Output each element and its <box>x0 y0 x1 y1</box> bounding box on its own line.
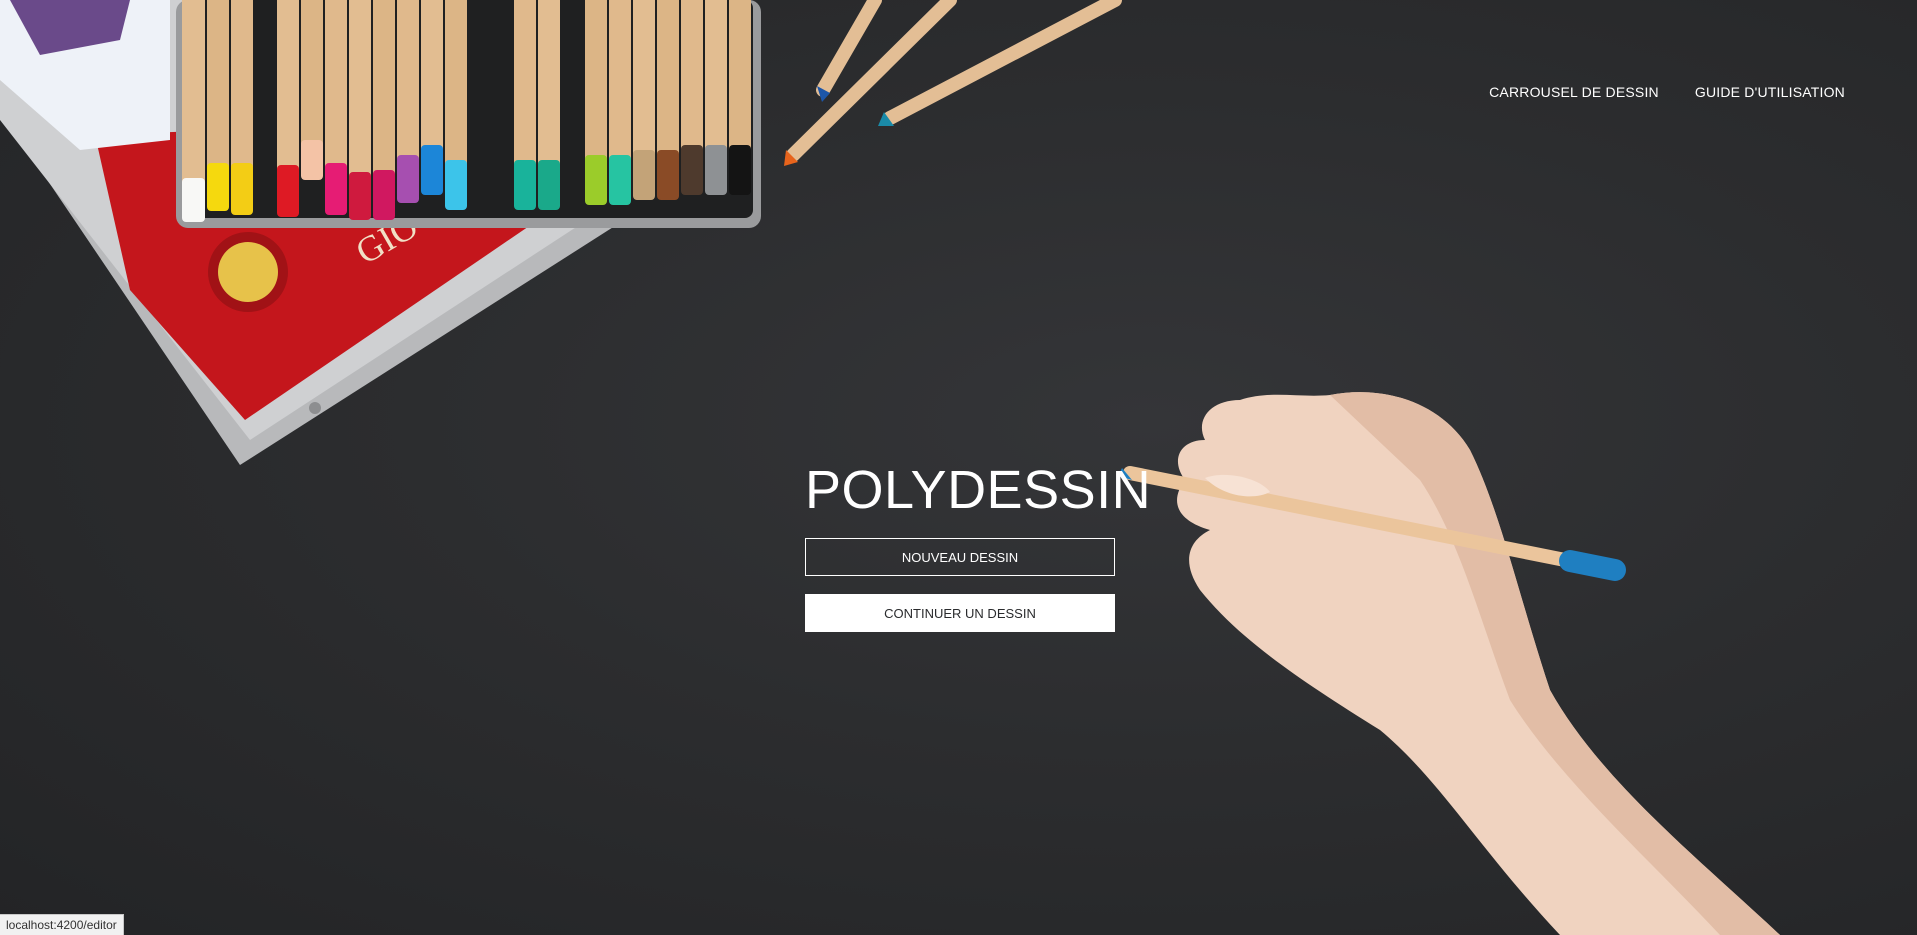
loose-pencils-illustration <box>784 0 1122 166</box>
hero-section: POLYDESSIN NOUVEAU DESSIN CONTINUER UN D… <box>805 458 1152 632</box>
new-drawing-button[interactable]: NOUVEAU DESSIN <box>805 538 1115 576</box>
hand-with-pencil-illustration <box>1118 392 1780 935</box>
nav-user-guide-link[interactable]: GUIDE D'UTILISATION <box>1695 84 1845 100</box>
pencil-tray-illustration <box>176 0 761 228</box>
app-title: POLYDESSIN <box>805 460 1152 520</box>
top-nav: CARROUSEL DE DESSIN GUIDE D'UTILISATION <box>1489 84 1845 100</box>
nav-carousel-link[interactable]: CARROUSEL DE DESSIN <box>1489 84 1659 100</box>
continue-drawing-button[interactable]: CONTINUER UN DESSIN <box>805 594 1115 632</box>
browser-status-url: localhost:4200/editor <box>0 914 124 935</box>
home-page: GIO CARROUSEL DE DESSIN GUIDE D'UTILISAT… <box>0 0 1917 935</box>
